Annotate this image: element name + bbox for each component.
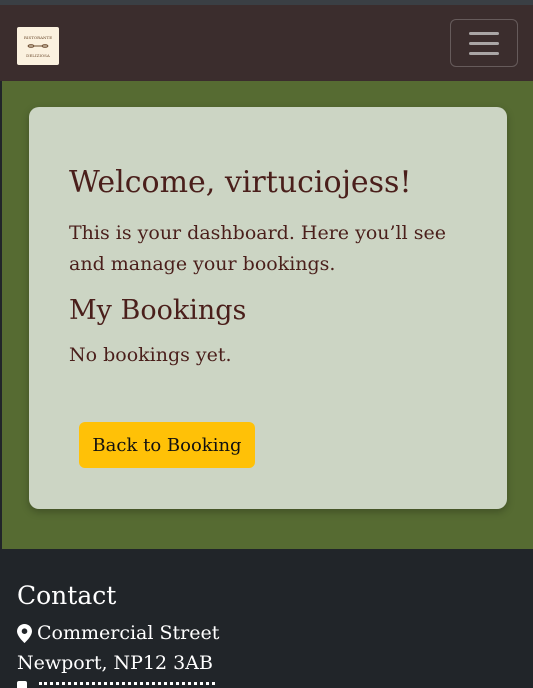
svg-text:DELIZIOSA: DELIZIOSA xyxy=(26,53,50,58)
map-marker-icon xyxy=(17,623,32,643)
main-section: Welcome, virtuciojess! This is your dash… xyxy=(2,81,533,549)
no-bookings-message: No bookings yet. xyxy=(69,344,232,366)
welcome-heading: Welcome, virtuciojess! xyxy=(69,165,412,200)
svg-text:RISTORANTE: RISTORANTE xyxy=(24,35,52,40)
navbar: RISTORANTE DELIZIOSA xyxy=(0,5,533,81)
menu-toggle-button[interactable] xyxy=(450,19,518,67)
my-bookings-heading: My Bookings xyxy=(69,295,247,326)
hamburger-icon xyxy=(469,31,499,35)
back-to-booking-button[interactable]: Back to Booking xyxy=(79,422,255,468)
phone-icon xyxy=(17,681,27,688)
address-street: Commercial Street xyxy=(37,622,220,644)
restaurant-logo[interactable]: RISTORANTE DELIZIOSA xyxy=(17,27,59,65)
address-line-2: Newport, NP12 3AB xyxy=(17,652,213,674)
address-line-1: Commercial Street xyxy=(17,622,219,644)
contact-heading: Contact xyxy=(17,581,117,610)
cut-off-contact-line xyxy=(17,681,217,688)
dashboard-card: Welcome, virtuciojess! This is your dash… xyxy=(29,107,507,509)
dashboard-intro: This is your dashboard. Here you’ll see … xyxy=(69,222,446,275)
footer: Contact Commercial Street Newport, NP12 … xyxy=(0,549,533,688)
logo-emblem-icon: RISTORANTE DELIZIOSA xyxy=(24,35,52,58)
